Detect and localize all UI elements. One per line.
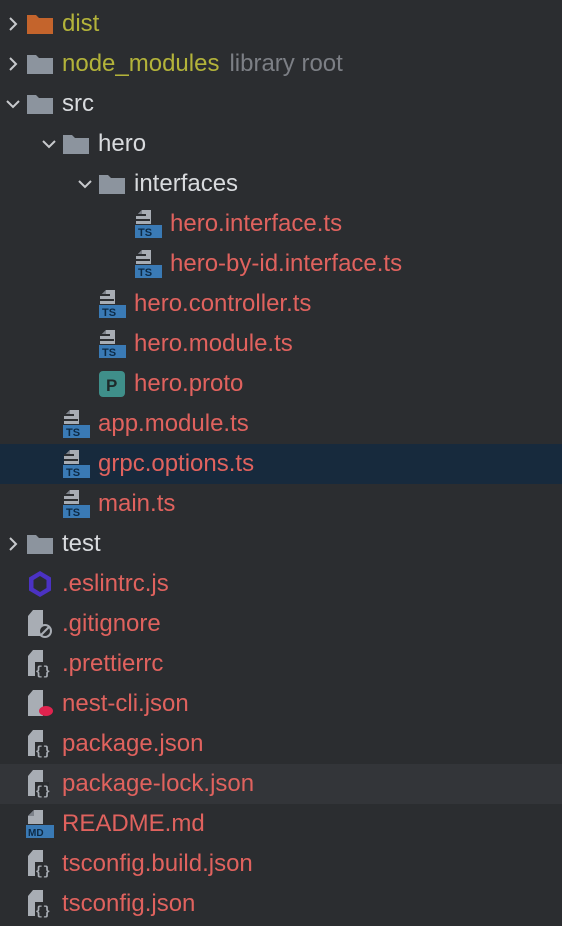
- folder-row-dist[interactable]: dist: [0, 4, 562, 44]
- tree-item-label: package-lock.json: [62, 770, 255, 797]
- file-row-hero-proto[interactable]: Phero.proto: [0, 364, 562, 404]
- proto-file-icon: P: [98, 370, 126, 398]
- tree-item-label: test: [62, 530, 101, 557]
- svg-text:{}: {}: [35, 784, 51, 799]
- json-file-icon: {}: [26, 890, 54, 919]
- typescript-file-icon: TS: [62, 450, 90, 479]
- tree-item-label: hero.module.ts: [134, 330, 293, 357]
- folder-icon: [62, 130, 90, 158]
- folder-row-interfaces[interactable]: interfaces: [0, 164, 562, 204]
- nest-file-icon: [26, 690, 54, 718]
- file-row-eslintrc-js[interactable]: .eslintrc.js: [0, 564, 562, 604]
- json-file-icon: {}: [26, 730, 54, 759]
- file-row-package-lock-json[interactable]: {} package-lock.json: [0, 764, 562, 804]
- svg-text:{}: {}: [35, 664, 51, 679]
- json-file-icon: {}: [26, 770, 54, 799]
- svg-text:TS: TS: [102, 307, 116, 319]
- folder-row-test[interactable]: test: [0, 524, 562, 564]
- file-row-hero-module-ts[interactable]: TS hero.module.ts: [0, 324, 562, 364]
- folder-row-node-modules[interactable]: node_modules library root: [0, 44, 562, 84]
- json-file-icon: {}: [26, 850, 54, 879]
- file-row-main-ts[interactable]: TS main.ts: [0, 484, 562, 524]
- svg-text:TS: TS: [66, 507, 80, 519]
- eslint-file-icon: [26, 570, 54, 598]
- typescript-file-icon: TS: [62, 410, 90, 439]
- tree-item-label: node_modules: [62, 50, 220, 77]
- tree-item-label: tsconfig.build.json: [62, 850, 253, 877]
- tree-item-label: .gitignore: [62, 610, 161, 637]
- file-row-tsconfig-build-json[interactable]: {} tsconfig.build.json: [0, 844, 562, 884]
- json-file-icon: {}: [26, 650, 54, 679]
- file-row-hero-by-id-interface-ts[interactable]: TS hero-by-id.interface.ts: [0, 244, 562, 284]
- tree-item-label: main.ts: [98, 490, 176, 517]
- tree-item-label: hero-by-id.interface.ts: [170, 250, 403, 277]
- file-row-package-json[interactable]: {} package.json: [0, 724, 562, 764]
- tree-item-label: .prettierrc: [62, 650, 164, 677]
- tree-item-label: hero: [98, 130, 147, 157]
- library-root-suffix: library root: [229, 50, 343, 77]
- tree-item-label: dist: [62, 10, 100, 37]
- file-row-hero-interface-ts[interactable]: TS hero.interface.ts: [0, 204, 562, 244]
- file-row-readme-md[interactable]: MD README.md: [0, 804, 562, 844]
- folder-icon: [98, 170, 126, 198]
- file-row-app-module-ts[interactable]: TS app.module.ts: [0, 404, 562, 444]
- tree-item-label: package.json: [62, 730, 204, 757]
- svg-text:TS: TS: [66, 427, 80, 439]
- chevron-down-icon[interactable]: [72, 164, 98, 204]
- project-tree: dist node_modules library root src hero inter…: [0, 0, 562, 926]
- tree-item-label: tsconfig.json: [62, 890, 196, 917]
- tree-item-label: app.module.ts: [98, 410, 249, 437]
- svg-text:{}: {}: [35, 864, 51, 879]
- file-row-prettierrc[interactable]: {} .prettierrc: [0, 644, 562, 684]
- tree-item-label: src: [62, 90, 94, 117]
- typescript-file-icon: TS: [98, 330, 126, 359]
- tree-item-label: nest-cli.json: [62, 690, 189, 717]
- svg-text:TS: TS: [102, 347, 116, 359]
- svg-text:{}: {}: [35, 744, 51, 759]
- file-row-tsconfig-json[interactable]: {} tsconfig.json: [0, 884, 562, 924]
- gitignore-file-icon: [26, 610, 54, 638]
- typescript-file-icon: TS: [62, 490, 90, 519]
- tree-item-label: grpc.options.ts: [98, 450, 255, 477]
- tree-item-label: interfaces: [134, 170, 239, 197]
- tree-item-label: .eslintrc.js: [62, 570, 169, 597]
- chevron-down-icon[interactable]: [36, 124, 62, 164]
- file-row-gitignore[interactable]: .gitignore: [0, 604, 562, 644]
- file-row-grpc-options-ts[interactable]: TS grpc.options.ts: [0, 444, 562, 484]
- tree-item-label: hero.controller.ts: [134, 290, 312, 317]
- folder-row-src[interactable]: src: [0, 84, 562, 124]
- tree-item-label: hero.proto: [134, 370, 244, 397]
- folder-row-hero[interactable]: hero: [0, 124, 562, 164]
- file-row-nest-cli-json[interactable]: nest-cli.json: [0, 684, 562, 724]
- svg-text:{}: {}: [35, 904, 51, 919]
- chevron-down-icon[interactable]: [0, 84, 26, 124]
- markdown-file-icon: MD: [26, 810, 54, 839]
- folder-orange-icon: [26, 10, 54, 38]
- svg-text:TS: TS: [138, 227, 152, 239]
- tree-item-label: README.md: [62, 810, 205, 837]
- chevron-right-icon[interactable]: [0, 524, 26, 564]
- folder-icon: [26, 530, 54, 558]
- folder-icon: [26, 90, 54, 118]
- chevron-right-icon[interactable]: [0, 44, 26, 84]
- chevron-right-icon[interactable]: [0, 4, 26, 44]
- svg-text:TS: TS: [66, 467, 80, 479]
- svg-text:TS: TS: [138, 267, 152, 279]
- folder-icon: [26, 50, 54, 78]
- typescript-file-icon: TS: [98, 290, 126, 319]
- typescript-file-icon: TS: [134, 210, 162, 239]
- file-row-hero-controller-ts[interactable]: TS hero.controller.ts: [0, 284, 562, 324]
- typescript-file-icon: TS: [134, 250, 162, 279]
- svg-text:MD: MD: [28, 828, 44, 839]
- svg-text:P: P: [106, 376, 117, 395]
- tree-item-label: hero.interface.ts: [170, 210, 343, 237]
